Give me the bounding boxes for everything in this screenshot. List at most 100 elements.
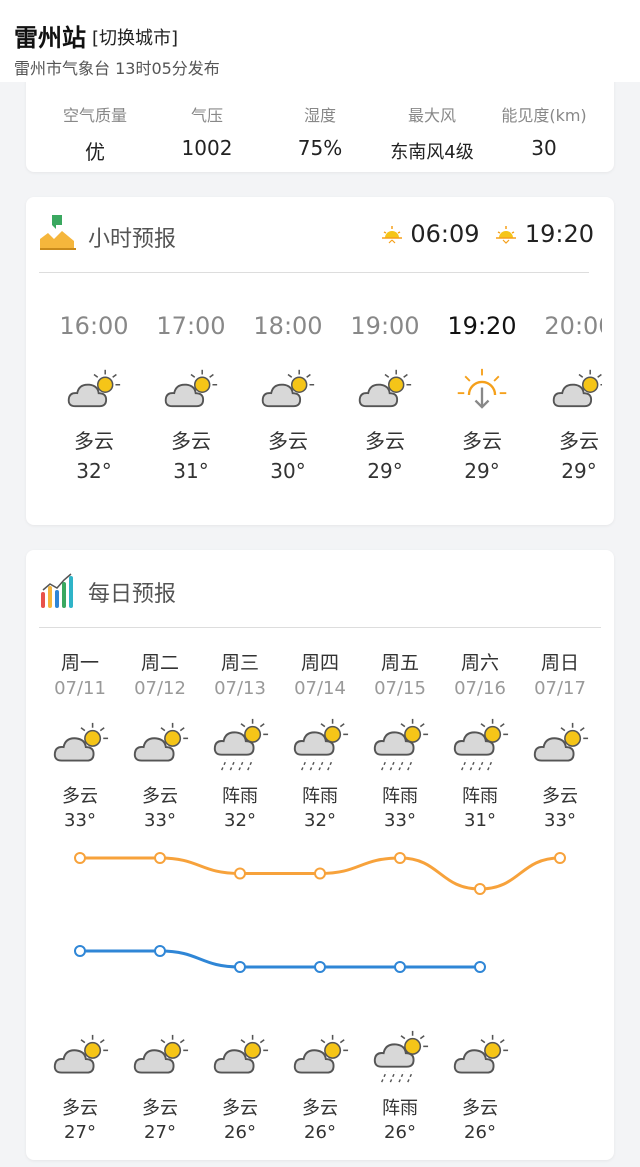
stat-label: 空气质量 — [62, 106, 127, 125]
night-low-temp: 26° — [304, 1122, 336, 1143]
hourly-title: 小时预报 — [88, 227, 177, 252]
day-high-temp: 31° — [464, 810, 496, 831]
daily-divider — [39, 627, 601, 628]
shower-icon — [452, 716, 510, 775]
hourly-temperature: 31° — [173, 459, 209, 483]
night-weather-desc: 阵雨 — [382, 1098, 418, 1119]
day-weather-desc: 多云 — [542, 786, 578, 807]
night-low-temp: 26° — [464, 1122, 496, 1143]
current-stats-card: 空气质量 优 气压 1002 湿度 75% 最大风 东南风4级 能见度(km) … — [26, 74, 614, 172]
day-weekday: 周五 — [380, 652, 419, 674]
day-weather-desc: 多云 — [62, 786, 98, 807]
night-low-temp: 26° — [384, 1122, 416, 1143]
stat-value: 1002 — [181, 136, 233, 160]
sunset-icon — [496, 226, 517, 244]
partly-cloudy-icon — [452, 1032, 510, 1082]
partly-cloudy-icon — [212, 1032, 270, 1082]
high-temp-point — [554, 852, 566, 864]
day-weekday: 周三 — [220, 652, 259, 674]
day-date: 07/14 — [294, 678, 346, 699]
high-temp-point — [74, 852, 86, 864]
stat-max-wind: 最大风 东南风4级 — [377, 102, 487, 164]
day-high-temp: 33° — [64, 810, 96, 831]
stat-label: 湿度 — [303, 106, 336, 125]
issue-info: 雷州市气象台 13时05分发布 — [14, 59, 220, 78]
hourly-weather-desc: 多云 — [462, 429, 502, 453]
day-weekday: 周日 — [540, 652, 579, 674]
sunrise-icon — [381, 226, 402, 244]
hourly-weather-desc: 多云 — [365, 429, 405, 453]
stat-label: 最大风 — [407, 106, 456, 125]
hourly-weather-desc: 多云 — [268, 429, 308, 453]
temperature-line-chart — [74, 852, 566, 973]
day-date: 07/12 — [134, 678, 186, 699]
low-temp-point — [234, 961, 246, 973]
hourly-temperature: 30° — [270, 459, 306, 483]
partly-cloudy-icon — [292, 1032, 350, 1082]
low-temp-point — [314, 961, 326, 973]
high-temp-point — [474, 883, 486, 895]
hourly-weather-desc: 多云 — [559, 429, 599, 453]
daily-chart-icon — [41, 573, 73, 608]
night-weather-desc: 多云 — [302, 1098, 338, 1119]
sunset-icon — [454, 367, 510, 416]
hourly-time: 18:00 — [253, 312, 323, 340]
stat-visibility: 能见度(km) 30 — [489, 102, 599, 160]
day-weekday: 周六 — [460, 652, 499, 674]
hourly-temperature: 29° — [561, 459, 597, 483]
hourly-weather-desc: 多云 — [171, 429, 211, 453]
partly-cloudy-icon — [52, 720, 110, 770]
stat-label: 能见度(km) — [501, 106, 587, 125]
hourly-time: 19:20 — [447, 312, 517, 340]
stat-value: 东南风4级 — [390, 142, 474, 163]
day-weather-desc: 阵雨 — [382, 786, 418, 807]
night-weather-desc: 多云 — [462, 1098, 498, 1119]
low-temp-point — [74, 945, 86, 957]
low-temp-point — [394, 961, 406, 973]
high-temp-point — [154, 852, 166, 864]
day-high-temp: 32° — [224, 810, 256, 831]
day-weekday: 周四 — [300, 652, 339, 674]
partly-cloudy-icon — [357, 367, 413, 416]
stat-pressure: 气压 1002 — [152, 102, 262, 160]
low-temp-point — [154, 945, 166, 957]
high-temp-point — [234, 867, 246, 880]
shower-icon — [212, 716, 270, 775]
day-date: 07/15 — [374, 678, 426, 699]
day-weekday: 周一 — [60, 652, 99, 674]
hourly-time: 19:00 — [350, 312, 420, 340]
stat-humidity: 湿度 75% — [265, 102, 375, 160]
app-header: 雷州站 [切换城市] 雷州市气象台 13时05分发布 — [0, 0, 640, 82]
shower-icon — [372, 716, 430, 775]
switch-city-link[interactable]: [切换城市] — [92, 24, 178, 50]
day-weather-desc: 阵雨 — [302, 786, 338, 807]
night-low-temp: 27° — [64, 1122, 96, 1143]
hourly-time: 17:00 — [156, 312, 226, 340]
day-high-temp: 33° — [144, 810, 176, 831]
high-temp-point — [314, 867, 326, 880]
day-date: 07/17 — [534, 678, 586, 699]
day-date: 07/13 — [214, 678, 266, 699]
partly-cloudy-icon — [551, 367, 602, 416]
partly-cloudy-icon — [132, 720, 190, 770]
hourly-divider — [39, 272, 589, 273]
day-weekday: 周二 — [140, 652, 179, 674]
high-temp-point — [394, 852, 406, 864]
station-name: 雷州站 — [14, 24, 86, 52]
stat-value: 75% — [297, 136, 343, 160]
day-weather-desc: 多云 — [142, 786, 178, 807]
day-weather-desc: 阵雨 — [462, 786, 498, 807]
hourly-temperature: 32° — [76, 459, 112, 483]
partly-cloudy-icon — [132, 1032, 190, 1082]
night-weather-desc: 多云 — [222, 1098, 258, 1119]
low-temp-point — [474, 961, 486, 973]
night-weather-desc: 多云 — [62, 1098, 98, 1119]
stat-value: 优 — [85, 140, 105, 164]
night-weather-desc: 多云 — [142, 1098, 178, 1119]
day-date: 07/16 — [454, 678, 506, 699]
hourly-temperature: 29° — [464, 459, 500, 483]
daily-forecast-card: 每日预报 周一 07/11 多云 33° 多云 27° 周二 07/12 多云 33° 多云 27° 周… — [26, 550, 614, 1160]
hourly-time: 16:00 — [59, 312, 129, 340]
hourly-temperature: 29° — [367, 459, 403, 483]
partly-cloudy-icon — [163, 367, 219, 416]
